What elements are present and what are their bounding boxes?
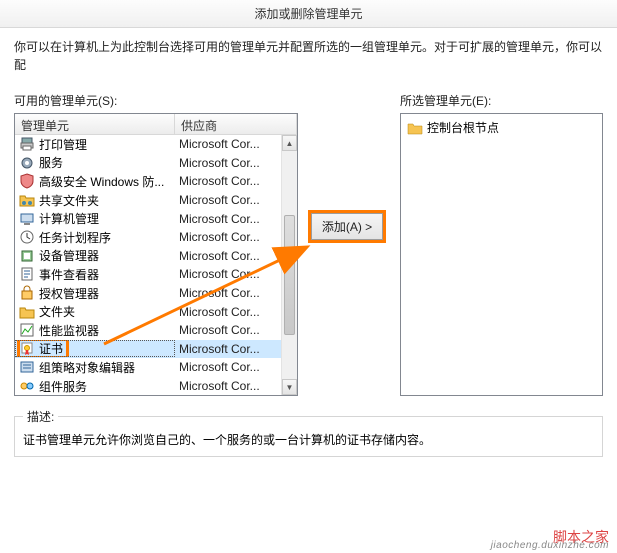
list-item-label: 计算机管理 xyxy=(39,210,99,227)
folder-icon xyxy=(407,120,423,136)
tree-root-label: 控制台根节点 xyxy=(427,119,499,136)
list-item[interactable]: 服务 Microsoft Cor... xyxy=(15,154,281,173)
scroll-thumb[interactable] xyxy=(284,215,295,335)
list-item-vendor: Microsoft Cor... xyxy=(175,174,281,188)
list-item[interactable]: 组策略对象编辑器 Microsoft Cor... xyxy=(15,358,281,377)
selected-treeview[interactable]: 控制台根节点 xyxy=(400,113,603,396)
list-item-label: 证书 xyxy=(39,340,63,357)
device-icon xyxy=(19,248,35,264)
list-item[interactable]: 性能监视器 Microsoft Cor... xyxy=(15,321,281,340)
list-item-vendor: Microsoft Cor... xyxy=(175,305,281,319)
description-label: 描述: xyxy=(23,408,58,425)
description-group: 描述: 证书管理单元允许你浏览自己的、一个服务的或一台计算机的证书存储内容。 xyxy=(14,408,603,457)
list-item-vendor: Microsoft Cor... xyxy=(175,156,281,170)
shield-icon xyxy=(19,173,35,189)
list-item-vendor: Microsoft Cor... xyxy=(175,212,281,226)
list-item-label: 任务计划程序 xyxy=(39,229,111,246)
clock-icon xyxy=(19,229,35,245)
event-icon xyxy=(19,266,35,282)
list-item[interactable]: 任务计划程序 Microsoft Cor... xyxy=(15,228,281,247)
selected-label: 所选管理单元(E): xyxy=(400,92,603,109)
scroll-down-button[interactable]: ▼ xyxy=(282,379,297,395)
list-item[interactable]: 事件查看器 Microsoft Cor... xyxy=(15,265,281,284)
list-item[interactable]: 打印管理 Microsoft Cor... xyxy=(15,135,281,154)
window-title: 添加或删除管理单元 xyxy=(0,0,617,28)
gear-icon xyxy=(19,155,35,171)
shared-folder-icon xyxy=(19,192,35,208)
list-item-label: 授权管理器 xyxy=(39,285,99,302)
column-header-name[interactable]: 管理单元 xyxy=(15,114,175,134)
list-item[interactable]: 证书 Microsoft Cor... xyxy=(15,340,281,359)
list-item[interactable]: 高级安全 Windows 防... Microsoft Cor... xyxy=(15,172,281,191)
list-item[interactable]: 设备管理器 Microsoft Cor... xyxy=(15,247,281,266)
gpo-icon xyxy=(19,359,35,375)
list-item-vendor: Microsoft Cor... xyxy=(175,230,281,244)
list-item[interactable]: 计算机管理 Microsoft Cor... xyxy=(15,209,281,228)
list-item[interactable]: 文件夹 Microsoft Cor... xyxy=(15,302,281,321)
watermark-url: jiaocheng.duxinzhe.com xyxy=(491,540,609,551)
list-item-label: 打印管理 xyxy=(39,136,87,153)
computer-icon xyxy=(19,211,35,227)
available-label: 可用的管理单元(S): xyxy=(14,92,298,109)
list-item-vendor: Microsoft Cor... xyxy=(175,286,281,300)
printer-icon xyxy=(19,136,35,152)
list-item-label: 文件夹 xyxy=(39,303,75,320)
list-item-label: 事件查看器 xyxy=(39,266,99,283)
component-icon xyxy=(19,378,35,394)
add-button[interactable]: 添加(A) > xyxy=(311,213,383,240)
list-item-label: 组策略对象编辑器 xyxy=(39,359,135,376)
list-item-vendor: Microsoft Cor... xyxy=(175,323,281,337)
list-item-label: 性能监视器 xyxy=(39,322,99,339)
tree-root-item[interactable]: 控制台根节点 xyxy=(405,118,598,137)
list-item-label: 共享文件夹 xyxy=(39,192,99,209)
scroll-up-button[interactable]: ▲ xyxy=(282,135,297,151)
column-header-vendor[interactable]: 供应商 xyxy=(175,114,297,134)
list-item-vendor: Microsoft Cor... xyxy=(175,360,281,374)
available-listview[interactable]: 管理单元 供应商 打印管理 Microsoft Cor... 服务 Microsoft… xyxy=(14,113,298,396)
list-item-vendor: Microsoft Cor... xyxy=(175,267,281,281)
scrollbar[interactable]: ▲ ▼ xyxy=(281,135,297,395)
add-button-highlight: 添加(A) > xyxy=(308,210,386,243)
listview-header[interactable]: 管理单元 供应商 xyxy=(15,114,297,135)
selected-item-highlight: 证书 xyxy=(19,340,67,357)
description-text: 证书管理单元允许你浏览自己的、一个服务的或一台计算机的证书存储内容。 xyxy=(23,431,594,448)
list-item[interactable]: 共享文件夹 Microsoft Cor... xyxy=(15,191,281,210)
list-item-vendor: Microsoft Cor... xyxy=(175,342,281,356)
list-item[interactable]: 授权管理器 Microsoft Cor... xyxy=(15,284,281,303)
cert-icon xyxy=(19,341,35,357)
list-item-vendor: Microsoft Cor... xyxy=(175,193,281,207)
list-item-label: 服务 xyxy=(39,154,63,171)
list-item-vendor: Microsoft Cor... xyxy=(175,249,281,263)
list-item[interactable]: 组件服务 Microsoft Cor... xyxy=(15,377,281,395)
auth-icon xyxy=(19,285,35,301)
list-item-vendor: Microsoft Cor... xyxy=(175,379,281,393)
folder-icon xyxy=(19,304,35,320)
list-item-label: 高级安全 Windows 防... xyxy=(39,173,164,190)
list-item-label: 设备管理器 xyxy=(39,247,99,264)
list-item-vendor: Microsoft Cor... xyxy=(175,137,281,151)
perf-icon xyxy=(19,322,35,338)
list-item-label: 组件服务 xyxy=(39,378,87,395)
dialog-instructions: 你可以在计算机上为此控制台选择可用的管理单元并配置所选的一组管理单元。对于可扩展… xyxy=(0,28,617,80)
